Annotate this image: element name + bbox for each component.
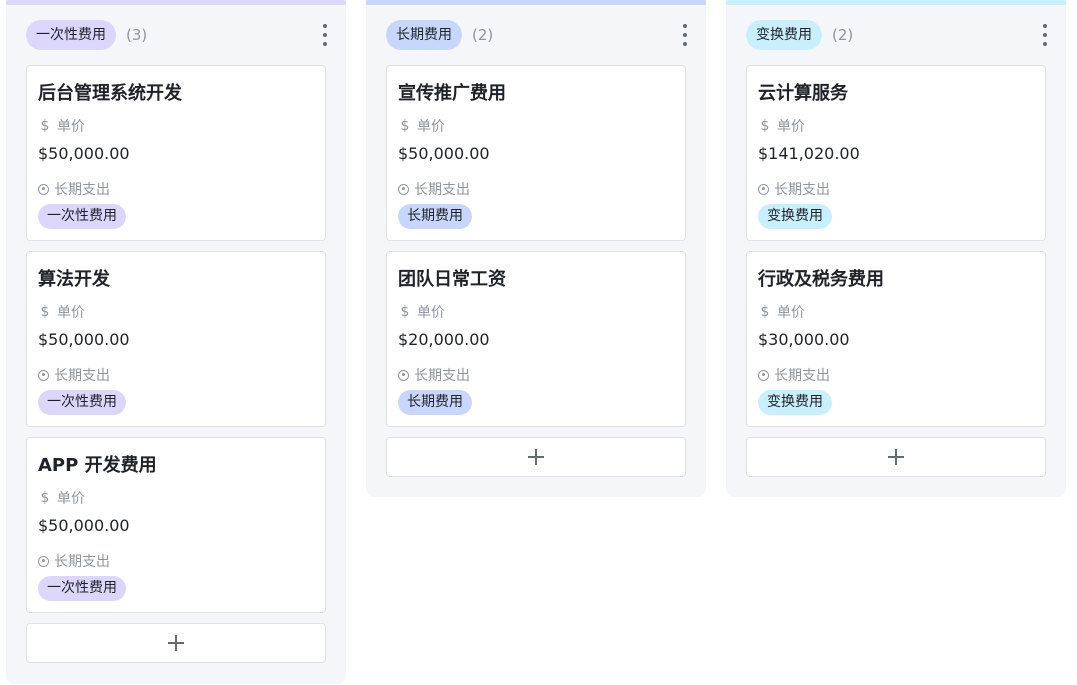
category-tag: 变换费用 [758, 390, 832, 415]
column-header: 变换费用 (2) [746, 20, 1047, 50]
card-title: APP 开发费用 [38, 455, 157, 476]
column-count: (3) [126, 26, 148, 44]
dollar-icon: $ [40, 304, 50, 320]
price-label: 单价 [57, 305, 85, 321]
circle-dot-icon [398, 183, 409, 195]
expense-card[interactable]: 团队日常工资 $ 单价 $20,000.00 长期支出 长期费用 [386, 251, 686, 427]
category-tag: 一次性费用 [38, 204, 126, 229]
price-value: $50,000.00 [38, 144, 130, 163]
type-field-label: 长期支出 [38, 179, 110, 199]
expense-card[interactable]: 行政及税务费用 $ 单价 $30,000.00 长期支出 变换费用 [746, 251, 1046, 427]
price-label: 单价 [777, 305, 805, 321]
type-label: 长期支出 [774, 182, 830, 198]
column-header: 一次性费用 (3) [26, 20, 327, 50]
price-value: $50,000.00 [38, 330, 130, 349]
expense-card[interactable]: APP 开发费用 $ 单价 $50,000.00 长期支出 一次性费用 [26, 437, 326, 613]
price-value: $50,000.00 [398, 144, 490, 163]
circle-dot-icon [758, 369, 769, 381]
column-tag: 一次性费用 [26, 20, 116, 50]
price-field-label: $ 单价 [398, 116, 445, 136]
column-count: (2) [472, 26, 494, 44]
dollar-icon: $ [760, 304, 770, 320]
price-label: 单价 [417, 119, 445, 135]
kanban-board: 一次性费用 (3) 后台管理系统开发 $ 单价 $50,000.00 长期支出 一… [0, 0, 1077, 685]
column-tag: 长期费用 [386, 20, 462, 50]
price-field-label: $ 单价 [38, 116, 85, 136]
type-field-label: 长期支出 [758, 179, 830, 199]
type-field-label: 长期支出 [758, 365, 830, 385]
card-title: 后台管理系统开发 [38, 83, 182, 104]
dollar-icon: $ [400, 304, 410, 320]
more-vertical-icon[interactable] [678, 24, 692, 46]
price-field-label: $ 单价 [38, 488, 85, 508]
card-title: 云计算服务 [758, 83, 848, 104]
expense-card[interactable]: 后台管理系统开发 $ 单价 $50,000.00 长期支出 一次性费用 [26, 65, 326, 241]
circle-dot-icon [38, 183, 49, 195]
dollar-icon: $ [400, 118, 410, 134]
price-field-label: $ 单价 [398, 302, 445, 322]
circle-dot-icon [38, 369, 49, 381]
category-tag: 长期费用 [398, 390, 472, 415]
add-card-button[interactable] [386, 437, 686, 477]
category-tag: 一次性费用 [38, 390, 126, 415]
column-color-bar [726, 0, 1066, 5]
card-title: 团队日常工资 [398, 269, 506, 290]
plus-icon [168, 635, 184, 651]
column-header: 长期费用 (2) [386, 20, 687, 50]
circle-dot-icon [758, 183, 769, 195]
type-label: 长期支出 [414, 368, 470, 384]
card-list: 云计算服务 $ 单价 $141,020.00 长期支出 变换费用 行政及税务费用 … [746, 65, 1046, 477]
more-vertical-icon[interactable] [1038, 24, 1052, 46]
price-value: $20,000.00 [398, 330, 490, 349]
card-title: 算法开发 [38, 269, 110, 290]
price-value: $141,020.00 [758, 144, 860, 163]
circle-dot-icon [398, 369, 409, 381]
type-label: 长期支出 [414, 182, 470, 198]
column-long-term: 长期费用 (2) 宣传推广费用 $ 单价 $50,000.00 长期支出 长期费用… [366, 0, 706, 497]
card-title: 行政及税务费用 [758, 269, 884, 290]
circle-dot-icon [38, 555, 49, 567]
price-field-label: $ 单价 [758, 116, 805, 136]
category-tag: 一次性费用 [38, 576, 126, 601]
type-field-label: 长期支出 [398, 365, 470, 385]
card-title: 宣传推广费用 [398, 83, 506, 104]
price-label: 单价 [57, 119, 85, 135]
more-vertical-icon[interactable] [318, 24, 332, 46]
expense-card[interactable]: 算法开发 $ 单价 $50,000.00 长期支出 一次性费用 [26, 251, 326, 427]
type-label: 长期支出 [54, 182, 110, 198]
column-one-time: 一次性费用 (3) 后台管理系统开发 $ 单价 $50,000.00 长期支出 一… [6, 0, 346, 684]
category-tag: 长期费用 [398, 204, 472, 229]
column-exchange: 变换费用 (2) 云计算服务 $ 单价 $141,020.00 长期支出 变换费用… [726, 0, 1066, 497]
price-value: $30,000.00 [758, 330, 850, 349]
type-field-label: 长期支出 [38, 365, 110, 385]
price-label: 单价 [777, 119, 805, 135]
dollar-icon: $ [40, 490, 50, 506]
price-value: $50,000.00 [38, 516, 130, 535]
card-list: 后台管理系统开发 $ 单价 $50,000.00 长期支出 一次性费用 算法开发 … [26, 65, 326, 663]
expense-card[interactable]: 宣传推广费用 $ 单价 $50,000.00 长期支出 长期费用 [386, 65, 686, 241]
price-label: 单价 [417, 305, 445, 321]
card-list: 宣传推广费用 $ 单价 $50,000.00 长期支出 长期费用 团队日常工资 $… [386, 65, 686, 477]
column-color-bar [6, 0, 346, 5]
price-field-label: $ 单价 [38, 302, 85, 322]
expense-card[interactable]: 云计算服务 $ 单价 $141,020.00 长期支出 变换费用 [746, 65, 1046, 241]
type-field-label: 长期支出 [38, 551, 110, 571]
category-tag: 变换费用 [758, 204, 832, 229]
add-card-button[interactable] [26, 623, 326, 663]
type-field-label: 长期支出 [398, 179, 470, 199]
price-label: 单价 [57, 491, 85, 507]
type-label: 长期支出 [54, 368, 110, 384]
plus-icon [528, 449, 544, 465]
add-card-button[interactable] [746, 437, 1046, 477]
price-field-label: $ 单价 [758, 302, 805, 322]
dollar-icon: $ [760, 118, 770, 134]
type-label: 长期支出 [54, 554, 110, 570]
column-tag: 变换费用 [746, 20, 822, 50]
plus-icon [888, 449, 904, 465]
column-color-bar [366, 0, 706, 5]
type-label: 长期支出 [774, 368, 830, 384]
dollar-icon: $ [40, 118, 50, 134]
column-count: (2) [832, 26, 854, 44]
